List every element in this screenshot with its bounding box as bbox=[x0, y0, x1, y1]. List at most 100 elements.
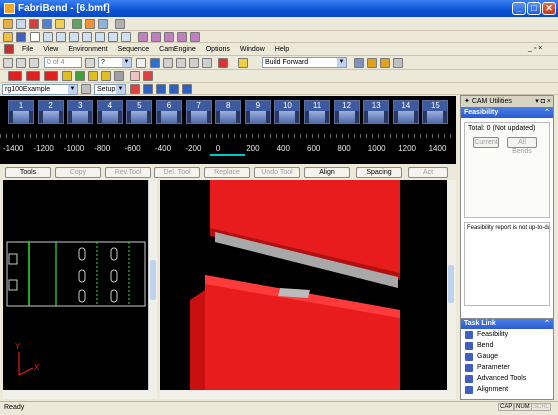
part-icon[interactable] bbox=[88, 71, 98, 81]
menu-environment[interactable]: Environment bbox=[68, 46, 107, 53]
tool-button-tools[interactable]: Tools bbox=[5, 167, 51, 178]
menu-sequence[interactable]: Sequence bbox=[118, 46, 150, 53]
zoom-in-icon[interactable] bbox=[43, 32, 53, 42]
station-12[interactable]: 12 bbox=[333, 100, 360, 124]
station-13[interactable]: 13 bbox=[363, 100, 390, 124]
tool-button-spacing[interactable]: Spacing bbox=[356, 167, 402, 178]
punch-icon[interactable] bbox=[8, 71, 22, 81]
tool-button-copy[interactable]: Copy bbox=[55, 167, 101, 178]
view2d-hscrollbar[interactable] bbox=[3, 390, 157, 399]
tool-icon[interactable] bbox=[29, 19, 39, 29]
highlight-icon[interactable] bbox=[85, 19, 95, 29]
menu-options[interactable]: Options bbox=[206, 46, 230, 53]
menu-view[interactable]: View bbox=[43, 46, 58, 53]
mdi-controls[interactable]: _ ▫ × bbox=[528, 45, 542, 52]
station-10[interactable]: 10 bbox=[274, 100, 301, 124]
tool-button-undo-tool[interactable]: Undo Tool bbox=[254, 167, 300, 178]
station-1[interactable]: 1 bbox=[8, 100, 34, 124]
station-5[interactable]: 5 bbox=[126, 100, 153, 124]
tool-button-replace[interactable]: Replace bbox=[204, 167, 250, 178]
collapse-icon[interactable]: ⌃ bbox=[544, 319, 550, 329]
material-icon[interactable] bbox=[101, 71, 111, 81]
bend-nav-field[interactable]: 0 of 4 bbox=[44, 57, 82, 68]
upper-tool-icon[interactable] bbox=[143, 84, 153, 94]
prev-step-icon[interactable] bbox=[29, 58, 39, 68]
top-view-icon[interactable] bbox=[177, 32, 187, 42]
close-button[interactable]: ✕ bbox=[542, 2, 556, 15]
zoom-fit-icon[interactable] bbox=[82, 32, 92, 42]
cursor-icon[interactable] bbox=[42, 19, 52, 29]
station-11[interactable]: 11 bbox=[304, 100, 330, 124]
menu-file[interactable]: File bbox=[22, 46, 33, 53]
grid-icon[interactable] bbox=[98, 19, 108, 29]
view-rotate-icon[interactable] bbox=[108, 32, 118, 42]
tool-set-icon[interactable] bbox=[44, 71, 58, 81]
tool-library-icon[interactable] bbox=[130, 84, 140, 94]
measure-icon[interactable] bbox=[121, 32, 131, 42]
simulate-icon[interactable] bbox=[354, 58, 364, 68]
hem-icon[interactable] bbox=[75, 71, 85, 81]
tool-mirror-icon[interactable] bbox=[182, 84, 192, 94]
wizard-icon[interactable] bbox=[3, 19, 13, 29]
task-link-item[interactable]: Gauge bbox=[461, 351, 553, 362]
side-view-icon[interactable] bbox=[164, 32, 174, 42]
zoom-window-icon[interactable] bbox=[69, 32, 79, 42]
iso-view-icon[interactable] bbox=[138, 32, 148, 42]
tool-button-rev-tool[interactable]: Rev.Tool bbox=[105, 167, 151, 178]
error-icon[interactable] bbox=[218, 58, 228, 68]
folder-icon[interactable] bbox=[3, 32, 13, 42]
feasibility-header[interactable]: Feasibility ⌃ bbox=[461, 107, 553, 118]
tool-button-align[interactable]: Align bbox=[304, 167, 350, 178]
next-step-icon[interactable] bbox=[85, 58, 95, 68]
front-view-icon[interactable] bbox=[151, 32, 161, 42]
select-icon[interactable] bbox=[30, 32, 40, 42]
fast-forward-icon[interactable] bbox=[189, 58, 199, 68]
station-6[interactable]: 6 bbox=[156, 100, 182, 124]
station-7[interactable]: 7 bbox=[185, 100, 212, 124]
task-link-item[interactable]: Parameter bbox=[461, 362, 553, 373]
all-bends-button[interactable]: All Bends bbox=[507, 137, 537, 155]
view3d-hscrollbar[interactable] bbox=[160, 390, 456, 399]
panel-controls[interactable]: ▾ ◘ × bbox=[535, 96, 551, 107]
task-link-item[interactable]: Alignment bbox=[461, 384, 553, 395]
task-link-item[interactable]: Bend bbox=[461, 340, 553, 351]
pan-icon[interactable] bbox=[95, 32, 105, 42]
save-icon[interactable] bbox=[16, 32, 26, 42]
station-14[interactable]: 14 bbox=[392, 100, 419, 124]
view3d-scrollbar[interactable] bbox=[447, 180, 456, 390]
delete-icon[interactable] bbox=[143, 71, 153, 81]
settings-icon[interactable] bbox=[393, 58, 403, 68]
menu-camengine[interactable]: CamEngine bbox=[159, 46, 196, 53]
scrollbar-thumb[interactable] bbox=[448, 265, 454, 303]
station-2[interactable]: 2 bbox=[37, 100, 64, 124]
view2d-scrollbar[interactable] bbox=[148, 180, 157, 392]
tool-button-act[interactable]: Act bbox=[408, 167, 448, 178]
station-15[interactable]: 15 bbox=[422, 100, 449, 124]
step-forward-icon[interactable] bbox=[176, 58, 186, 68]
menu-window[interactable]: Window bbox=[240, 46, 265, 53]
unfold-icon[interactable] bbox=[136, 58, 146, 68]
part-2d-view[interactable]: Y X bbox=[3, 180, 153, 390]
prev-bend-icon[interactable] bbox=[16, 58, 26, 68]
setup-combo[interactable]: Setup1 ▼ bbox=[94, 84, 126, 95]
first-bend-icon[interactable] bbox=[3, 58, 13, 68]
task-link-item[interactable]: Advanced Tools bbox=[461, 373, 553, 384]
station-3[interactable]: 3 bbox=[67, 100, 94, 124]
bend-down-icon[interactable] bbox=[150, 58, 160, 68]
tool-stack-icon[interactable] bbox=[169, 84, 179, 94]
draw-icon[interactable] bbox=[72, 19, 82, 29]
build-icon[interactable] bbox=[238, 58, 248, 68]
current-button[interactable]: Current bbox=[473, 137, 499, 148]
skip-icon[interactable] bbox=[163, 58, 173, 68]
collapse-icon[interactable]: ⌃ bbox=[544, 107, 550, 118]
last-icon[interactable] bbox=[202, 58, 212, 68]
edit-icon[interactable] bbox=[130, 71, 140, 81]
die-icon[interactable] bbox=[26, 71, 40, 81]
report-icon[interactable] bbox=[380, 58, 390, 68]
minimize-button[interactable]: _ bbox=[512, 2, 526, 15]
scrollbar-thumb[interactable] bbox=[150, 260, 156, 300]
machine-icon[interactable] bbox=[114, 71, 124, 81]
menu-help[interactable]: Help bbox=[275, 46, 289, 53]
check-icon[interactable] bbox=[367, 58, 377, 68]
tool-button-del-tool[interactable]: Del. Tool bbox=[154, 167, 200, 178]
